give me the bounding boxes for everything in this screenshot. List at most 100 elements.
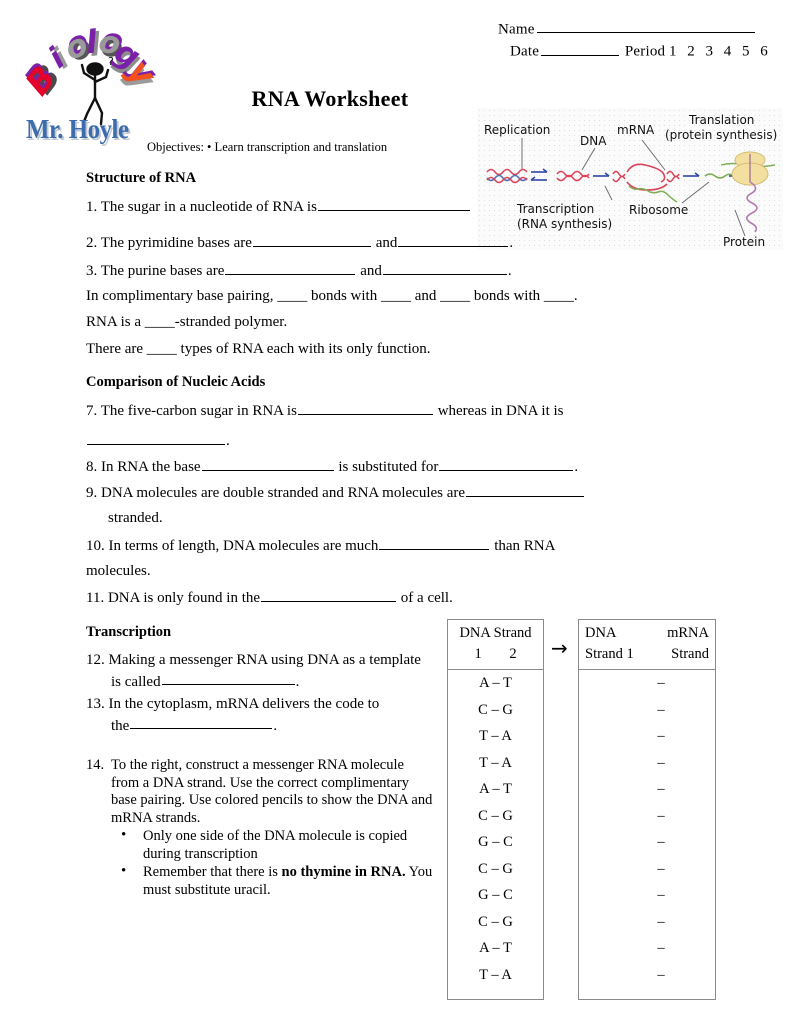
question-1-prompt: The sugar in a nucleotide of RNA is bbox=[100, 198, 317, 215]
table-row[interactable]: – bbox=[579, 935, 715, 962]
mrna-table-header-col2-line2: Strand bbox=[671, 646, 709, 662]
worksheet-page: Name Date Period 1 2 3 4 5 6 B i o l o g… bbox=[0, 0, 791, 1024]
table-row[interactable]: – bbox=[579, 882, 715, 909]
question-14-bullet-2: • Remember that there is no thymine in RN… bbox=[111, 863, 434, 899]
question-13-number: 13. bbox=[86, 696, 105, 712]
table-row: C – G bbox=[478, 860, 513, 877]
question-13-line2: the. bbox=[86, 715, 379, 736]
question-9-number: 9. bbox=[86, 484, 98, 501]
table-row[interactable]: – bbox=[579, 776, 715, 803]
heading-structure-of-rna: Structure of RNA bbox=[86, 170, 197, 186]
question-1-blank[interactable] bbox=[317, 196, 470, 211]
question-8-blank-2[interactable] bbox=[439, 456, 574, 471]
question-3-blank-2[interactable] bbox=[382, 260, 507, 275]
table-row: G – C bbox=[478, 834, 513, 850]
question-13: 13. In the cytoplasm, mRNA delivers the … bbox=[86, 694, 379, 736]
table-row: T – A bbox=[479, 966, 512, 983]
dna-table-header-line2: 1 2 bbox=[474, 646, 529, 662]
table-row[interactable]: – bbox=[579, 697, 715, 724]
question-9-prompt: DNA molecules are double stranded and RN… bbox=[101, 484, 466, 501]
svg-text:?: ? bbox=[108, 56, 114, 68]
question-14-instructions: To the right, construct a messenger RNA … bbox=[111, 757, 433, 826]
diagram-label-replication: Replication bbox=[484, 123, 550, 137]
table-row: A – T bbox=[479, 781, 512, 797]
question-13-prompt: In the cytoplasm, mRNA delivers the code… bbox=[108, 696, 380, 712]
question-1: 1. The sugar in a nucleotide of RNA is bbox=[86, 196, 471, 217]
table-row[interactable]: – bbox=[579, 803, 715, 830]
table-row[interactable]: – bbox=[579, 962, 715, 989]
period-label: Period bbox=[624, 43, 666, 60]
table-row: C – G bbox=[478, 701, 513, 718]
question-12: 12. Making a messenger RNA using DNA as … bbox=[86, 650, 421, 692]
question-7-line1: 7. The five-carbon sugar in RNA is where… bbox=[86, 400, 564, 421]
question-10-blank[interactable] bbox=[379, 535, 490, 550]
table-row[interactable]: – bbox=[579, 829, 715, 856]
question-14-bullet-list: • Only one side of the DNA molecule is c… bbox=[111, 827, 434, 899]
question-3-blank-1[interactable] bbox=[225, 260, 356, 275]
question-8-continuation: is substituted for bbox=[338, 458, 439, 475]
question-14-bullet-2-text-pre: Remember that there is bbox=[143, 864, 282, 880]
table-row: T – A bbox=[479, 728, 512, 744]
question-11: 11. DNA is only found in the of a cell. bbox=[86, 587, 453, 608]
question-12-period: . bbox=[295, 673, 300, 690]
date-period-row: Date Period 1 2 3 4 5 6 bbox=[498, 40, 771, 62]
question-7-blank-2[interactable] bbox=[87, 430, 225, 445]
table-row: C – G bbox=[478, 807, 513, 824]
question-5: RNA is a ____-stranded polymer. bbox=[86, 314, 288, 330]
question-13-continuation: the bbox=[111, 717, 130, 734]
table-row[interactable]: – bbox=[579, 723, 715, 750]
question-11-continuation: of a cell. bbox=[400, 589, 453, 606]
date-write-in-line[interactable] bbox=[541, 40, 620, 56]
question-10-line2: molecules. bbox=[86, 563, 151, 579]
question-11-blank[interactable] bbox=[261, 587, 397, 602]
table-row[interactable]: – bbox=[579, 670, 715, 697]
question-11-prompt: DNA is only found in the bbox=[107, 589, 261, 606]
question-2-prompt: The pyrimidine bases are bbox=[100, 234, 252, 251]
question-6: There are ____ types of RNA each with it… bbox=[86, 341, 431, 357]
mrna-answer-table: DNA mRNA Strand 1 Strand – – – – – – – –… bbox=[578, 619, 716, 1000]
diagram-label-translation-line2: (protein synthesis) bbox=[665, 128, 777, 142]
objectives-line: Objectives: • Learn transcription and tr… bbox=[147, 140, 388, 154]
question-13-line1: 13. In the cytoplasm, mRNA delivers the … bbox=[86, 694, 379, 715]
transcription-translation-diagram: Replication DNA mRNA Translation (protei… bbox=[477, 108, 783, 250]
question-7-prompt: The five-carbon sugar in RNA is bbox=[100, 402, 297, 419]
table-row: A – T bbox=[479, 675, 512, 691]
diagram-label-transcription-line1: Transcription bbox=[516, 202, 594, 216]
question-12-blank[interactable] bbox=[161, 671, 295, 686]
question-8: 8. In RNA the base is substituted for. bbox=[86, 456, 578, 477]
table-row[interactable]: – bbox=[579, 856, 715, 883]
student-id-block: Name Date Period 1 2 3 4 5 6 bbox=[498, 18, 771, 63]
question-2-blank-1[interactable] bbox=[252, 232, 371, 247]
question-13-blank[interactable] bbox=[130, 715, 273, 730]
right-arrow-icon: → bbox=[551, 636, 568, 660]
question-2-number: 2. bbox=[86, 234, 98, 251]
question-13-period: . bbox=[273, 717, 278, 734]
question-12-prompt: Making a messenger RNA using DNA as a te… bbox=[108, 652, 421, 668]
name-label: Name bbox=[498, 21, 535, 38]
dna-strand-table: DNA Strand 1 2 A – T C – G T – A T – A A… bbox=[447, 619, 544, 1000]
table-row[interactable]: – bbox=[579, 750, 715, 777]
question-14-bullet-1: • Only one side of the DNA molecule is c… bbox=[111, 827, 434, 863]
table-row[interactable]: – bbox=[579, 909, 715, 936]
period-choices[interactable]: 1 2 3 4 5 6 bbox=[669, 44, 771, 60]
question-2-conjunction: and bbox=[375, 234, 398, 251]
question-7-period: . bbox=[226, 432, 230, 449]
question-7-blank-1[interactable] bbox=[297, 400, 433, 415]
dna-table-header-line1: DNA Strand bbox=[459, 625, 532, 641]
name-write-in-line[interactable] bbox=[536, 18, 755, 34]
question-2-blank-2[interactable] bbox=[398, 232, 509, 247]
question-2: 2. The pyrimidine bases are and. bbox=[86, 232, 513, 253]
diagram-label-protein: Protein bbox=[723, 235, 765, 249]
question-12-continuation: is called bbox=[111, 673, 161, 690]
question-8-number: 8. bbox=[86, 458, 98, 475]
question-8-blank-1[interactable] bbox=[201, 456, 334, 471]
question-11-number: 11. bbox=[86, 589, 105, 606]
table-row: T – A bbox=[479, 754, 512, 771]
question-9-blank[interactable] bbox=[466, 482, 585, 497]
bullet-icon: • bbox=[121, 827, 127, 843]
diagram-label-transcription-line2: (RNA synthesis) bbox=[517, 217, 612, 231]
question-10-prompt: In terms of length, DNA molecules are mu… bbox=[108, 537, 379, 554]
question-4: In complimentary base pairing, ____ bond… bbox=[86, 288, 578, 304]
question-3: 3. The purine bases are and. bbox=[86, 260, 512, 281]
question-2-period: . bbox=[509, 234, 514, 251]
